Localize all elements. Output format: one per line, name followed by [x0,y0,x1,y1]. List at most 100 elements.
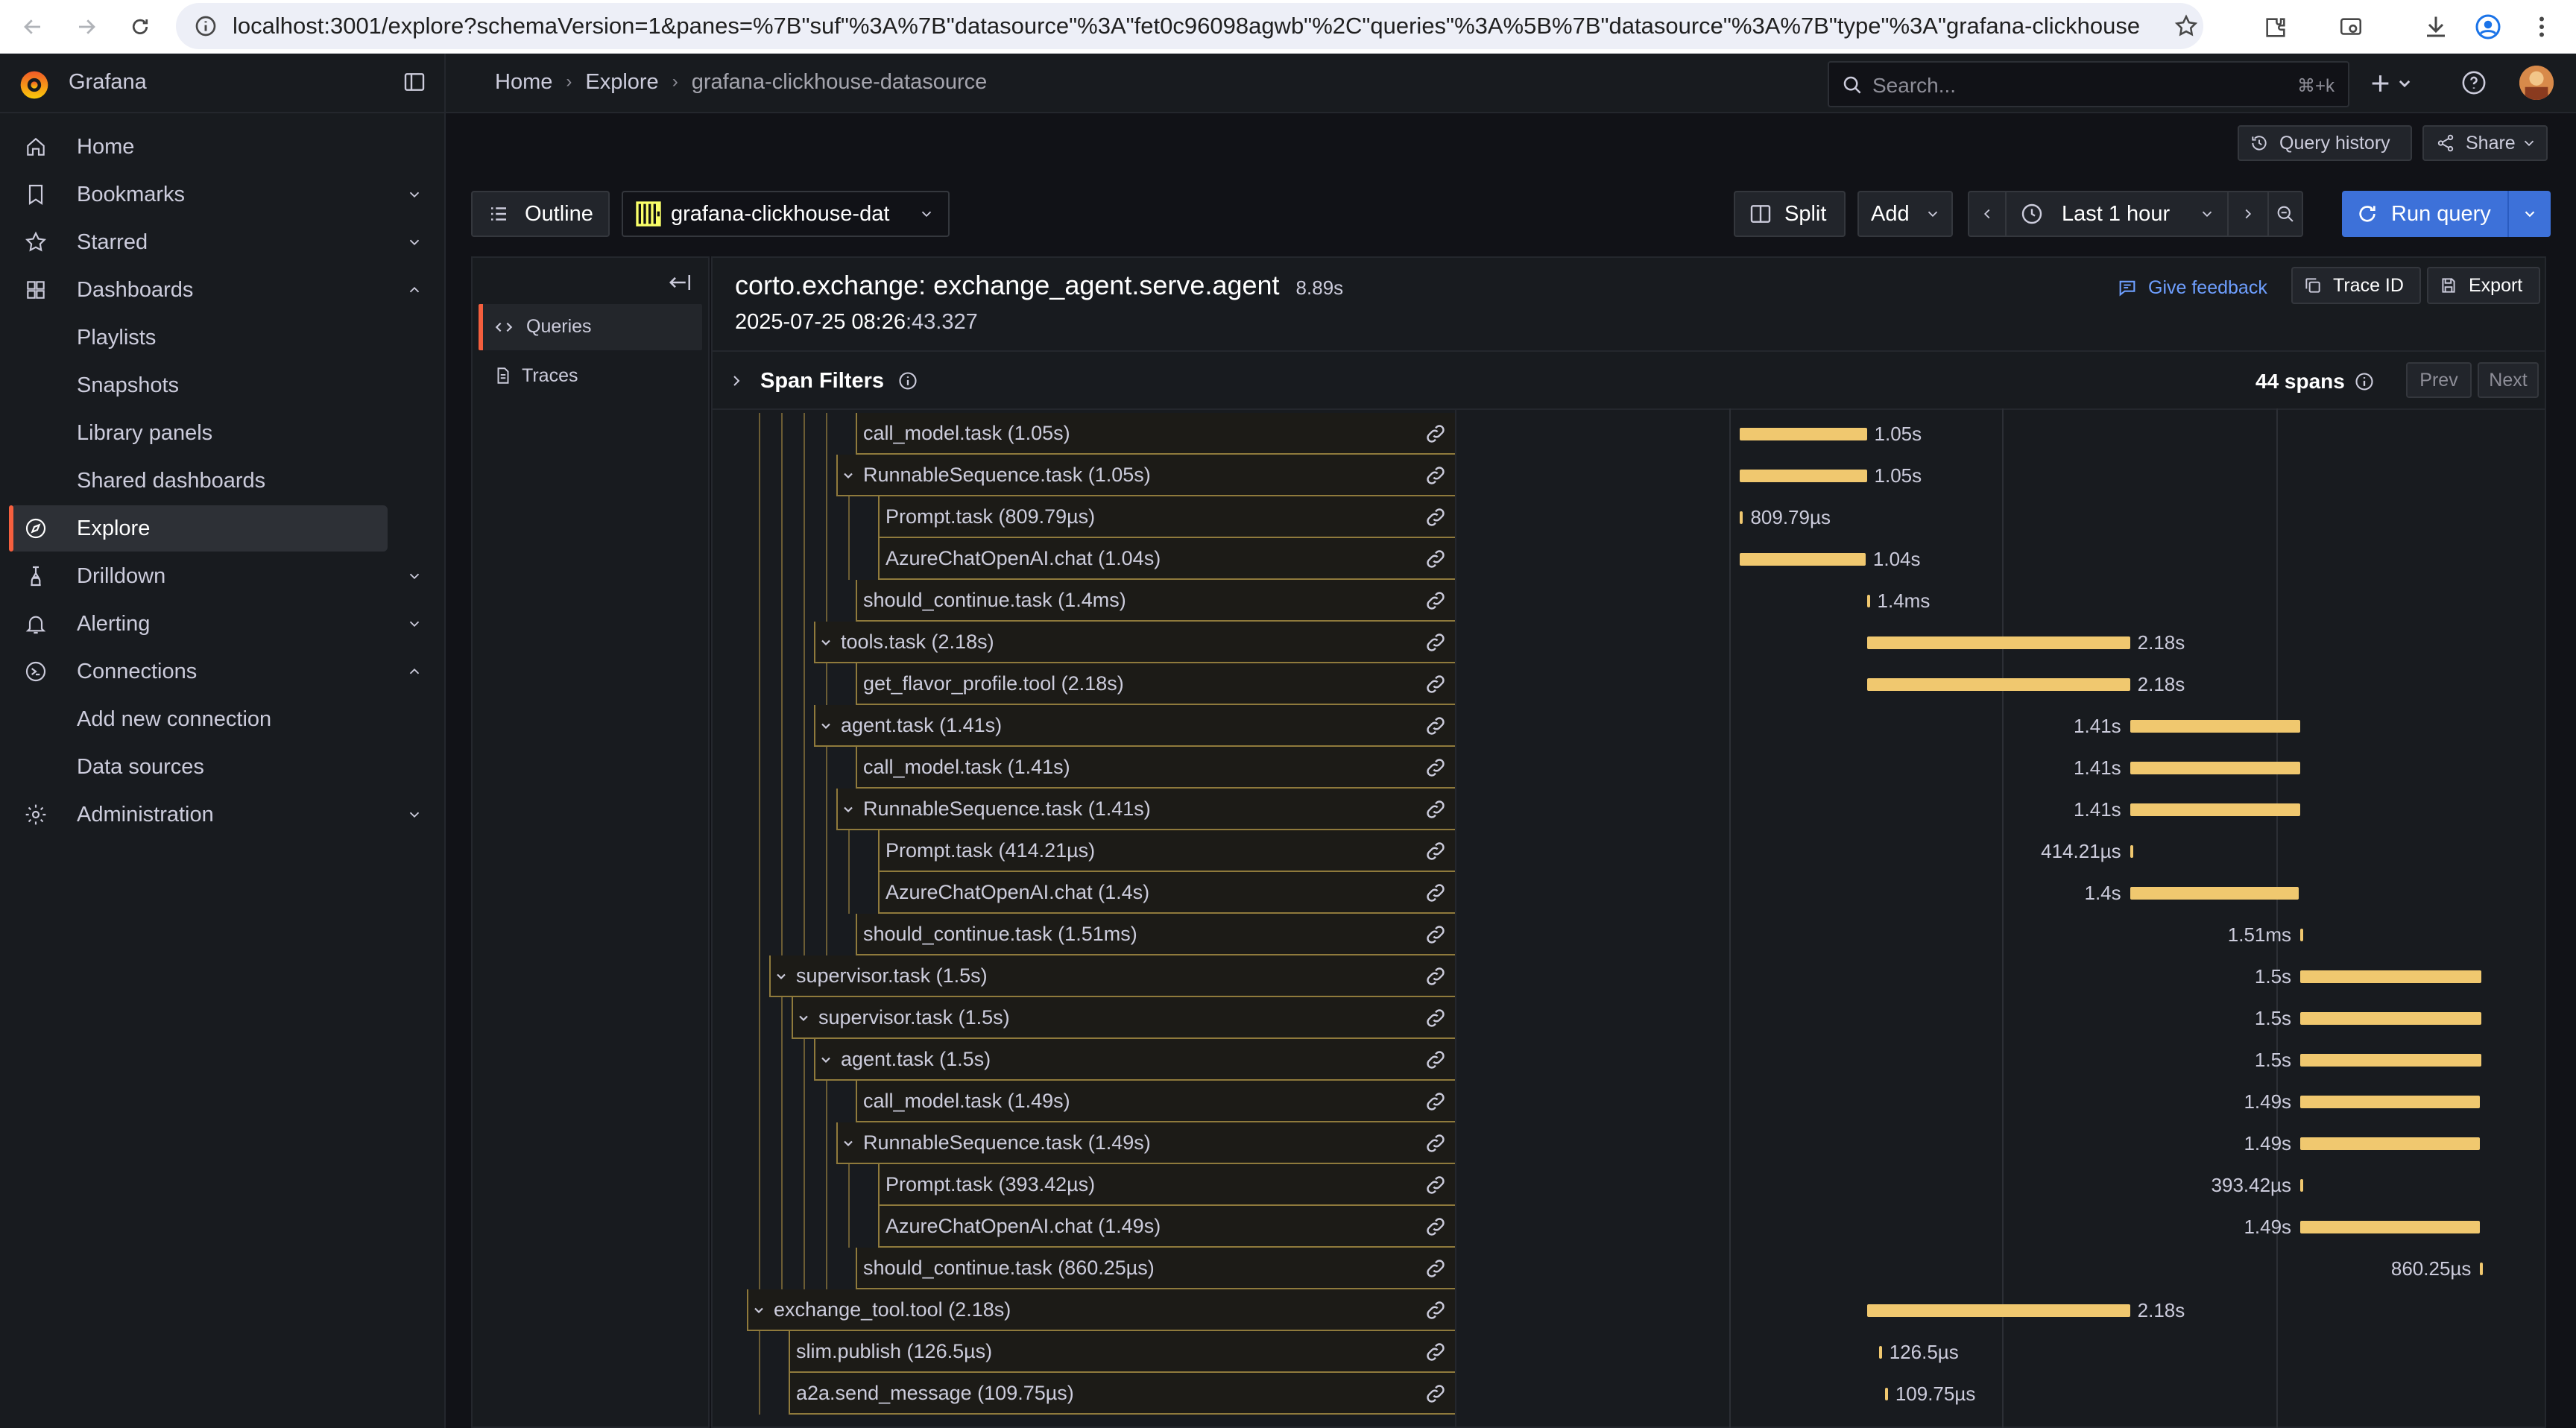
span-row[interactable]: should_continue.task (1.4ms) 1.4ms [726,580,2546,622]
nav-home[interactable]: Home [10,124,388,170]
span-bar[interactable] [1878,1346,1882,1359]
span-row[interactable]: Prompt.task (809.79µs) 809.79µs [726,496,2546,538]
grafana-logo-icon[interactable] [18,69,51,101]
span-bar[interactable] [2300,1012,2481,1025]
help-icon[interactable] [2461,70,2487,95]
chevron-down-icon[interactable] [841,802,856,817]
link-icon[interactable] [1424,797,1448,821]
span-bar[interactable] [1740,470,1867,482]
chevron-down-icon[interactable] [841,1136,856,1151]
nav-snapshots[interactable]: Snapshots [10,362,388,408]
chevron-down-icon[interactable] [841,468,856,483]
run-query-dropdown[interactable] [2507,191,2551,237]
link-icon[interactable] [1424,1298,1448,1322]
span-bar[interactable] [2480,1263,2484,1275]
link-icon[interactable] [1424,547,1448,571]
chevron-down-icon[interactable] [818,1052,833,1067]
add-plus-icon[interactable] [2369,72,2415,95]
link-icon[interactable] [1424,714,1448,738]
add-button[interactable]: Add [1857,191,1953,237]
chevron-down-icon[interactable] [406,186,423,203]
time-picker[interactable]: Last 1 hour [1968,191,2303,237]
link-icon[interactable] [1424,1382,1448,1406]
collapse-pane-icon[interactable] [665,271,693,294]
back-icon[interactable] [13,7,52,46]
link-icon[interactable] [1424,505,1448,529]
split-button[interactable]: Split [1734,191,1846,237]
time-forward-button[interactable] [2227,192,2267,236]
chevron-down-icon[interactable] [406,234,423,250]
span-bar[interactable] [2300,1221,2481,1233]
search-input[interactable]: Search... ⌘+k [1828,61,2349,107]
link-icon[interactable] [1424,756,1448,780]
datasource-picker[interactable]: grafana-clickhouse-dat [622,191,950,237]
link-icon[interactable] [1424,923,1448,947]
span-row[interactable]: call_model.task (1.41s) 1.41s [726,747,2546,789]
span-bar[interactable] [2300,1096,2481,1108]
link-icon[interactable] [1424,1006,1448,1030]
span-row[interactable]: supervisor.task (1.5s) 1.5s [726,955,2546,997]
span-row[interactable]: AzureChatOpenAI.chat (1.49s) 1.49s [726,1206,2546,1248]
address-bar[interactable]: localhost:3001/explore?schemaVersion=1&p… [176,3,2203,49]
span-row[interactable]: RunnableSequence.task (1.41s) 1.41s [726,789,2546,830]
nav-library-panels[interactable]: Library panels [10,410,388,456]
outline-item-traces[interactable]: Traces [479,353,702,399]
chevron-down-icon[interactable] [406,806,423,823]
span-row[interactable]: a2a.send_message (109.75µs) 109.75µs [726,1373,2546,1415]
chevron-up-icon[interactable] [406,663,423,680]
dock-menu-icon[interactable] [402,70,426,94]
profile-icon[interactable] [2475,13,2501,40]
share-button[interactable]: Share [2422,125,2548,161]
span-row[interactable]: get_flavor_profile.tool (2.18s) 2.18s [726,663,2546,705]
trace-id-button[interactable]: Trace ID [2291,267,2421,304]
link-icon[interactable] [1424,1340,1448,1364]
span-bar[interactable] [1740,428,1867,440]
span-bar[interactable] [1740,511,1743,524]
span-row[interactable]: agent.task (1.41s) 1.41s [726,705,2546,747]
nav-administration[interactable]: Administration [10,792,420,838]
tab-search-icon[interactable] [2337,15,2364,40]
nav-explore[interactable]: Explore [9,505,388,552]
span-row[interactable]: AzureChatOpenAI.chat (1.04s) 1.04s [726,538,2546,580]
nav-alerting[interactable]: Alerting [10,601,420,647]
avatar[interactable] [2519,66,2554,100]
chevron-down-icon[interactable] [406,616,423,632]
chevron-down-icon[interactable] [818,718,833,733]
nav-dashboards[interactable]: Dashboards [10,267,420,313]
link-icon[interactable] [1424,839,1448,863]
span-bar[interactable] [2300,929,2304,941]
link-icon[interactable] [1424,1215,1448,1239]
download-icon[interactable] [2422,13,2449,40]
query-history-button[interactable]: Query history [2238,125,2412,161]
span-row[interactable]: Prompt.task (414.21µs) 414.21µs [726,830,2546,872]
outline-item-queries[interactable]: Queries [479,304,702,350]
link-icon[interactable] [1424,1090,1448,1113]
span-bar[interactable] [1866,678,2130,691]
breadcrumb-home[interactable]: Home [495,70,552,95]
nav-shared-dashboards[interactable]: Shared dashboards [10,458,388,504]
span-bar[interactable] [1740,553,1866,566]
span-row[interactable]: should_continue.task (1.51ms) 1.51ms [726,914,2546,955]
span-bar[interactable] [2130,762,2301,774]
span-row[interactable]: call_model.task (1.49s) 1.49s [726,1081,2546,1122]
span-bar[interactable] [2130,803,2301,816]
zoom-out-button[interactable] [2267,192,2302,236]
link-icon[interactable] [1424,422,1448,446]
link-icon[interactable] [1424,1173,1448,1197]
span-bar[interactable] [2300,1054,2481,1067]
site-info-icon[interactable] [194,14,218,38]
chevron-down-icon[interactable] [796,1011,811,1026]
link-icon[interactable] [1424,1048,1448,1072]
info-circle-icon[interactable] [897,370,918,391]
link-icon[interactable] [1424,672,1448,696]
span-bar[interactable] [1866,1304,2130,1317]
nav-drilldown[interactable]: Drilldown [10,553,420,599]
nav-bookmarks[interactable]: Bookmarks [10,171,420,218]
bookmark-star-icon[interactable] [2174,13,2199,39]
span-row[interactable]: AzureChatOpenAI.chat (1.4s) 1.4s [726,872,2546,914]
run-query-button[interactable]: Run query [2342,191,2551,237]
give-feedback-link[interactable]: Give feedback [2117,271,2267,304]
span-bar[interactable] [1884,1388,1888,1400]
span-row[interactable]: agent.task (1.5s) 1.5s [726,1039,2546,1081]
link-icon[interactable] [1424,881,1448,905]
